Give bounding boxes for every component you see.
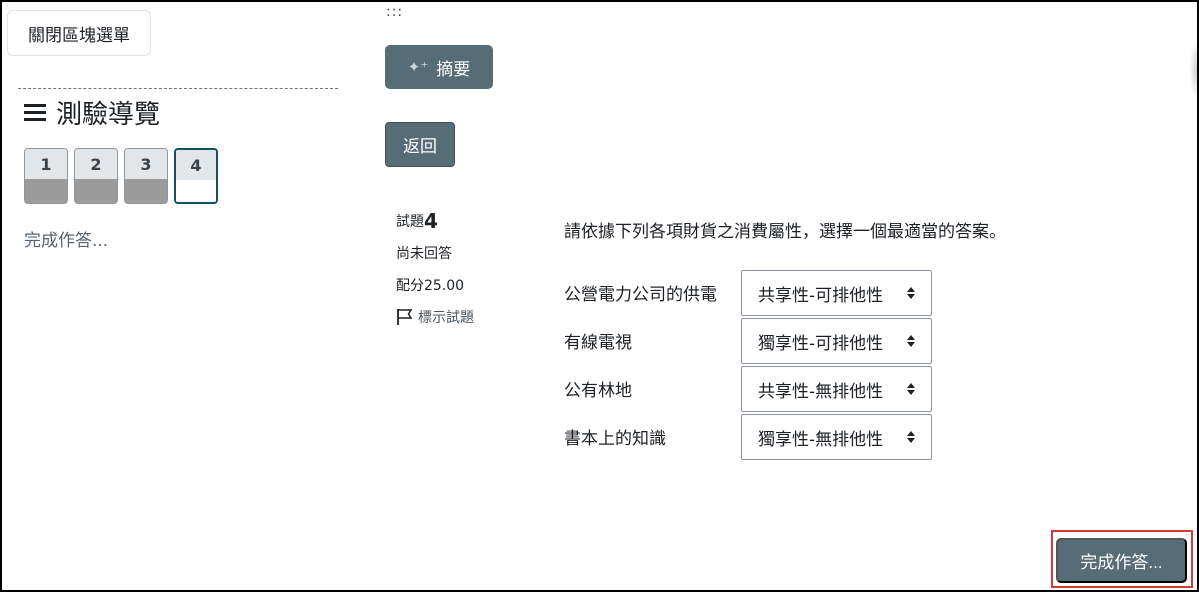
- answer-select-value: 獨享性-可排他性: [758, 333, 884, 354]
- back-button[interactable]: 返回: [385, 122, 455, 167]
- finish-attempt-link[interactable]: 完成作答...: [24, 226, 108, 251]
- question-number-value: 4: [424, 209, 438, 233]
- question-info: 試題 4 尚未回答 配分25.00 標示試題: [396, 205, 474, 333]
- question-nav-status: [125, 179, 167, 203]
- select-arrows-icon: [907, 287, 915, 299]
- question-nav-number: 3: [125, 149, 167, 179]
- answer-select[interactable]: 共享性-可排他性: [741, 270, 932, 316]
- summary-button[interactable]: ✦⁺ 摘要: [385, 45, 493, 89]
- match-row: 公營電力公司的供電 共享性-可排他性: [564, 270, 932, 316]
- answer-select-value: 獨享性-無排他性: [758, 429, 884, 450]
- summary-button-label: 摘要: [436, 59, 471, 79]
- match-row: 書本上的知識 獨享性-無排他性: [564, 414, 932, 460]
- answer-select[interactable]: 獨享性-無排他性: [741, 414, 932, 460]
- question-nav-button-4-current[interactable]: 4: [174, 148, 218, 204]
- answer-select[interactable]: 共享性-無排他性: [741, 366, 932, 412]
- answer-select-value: 共享性-可排他性: [758, 285, 884, 306]
- answer-select-value: 共享性-無排他性: [758, 381, 884, 402]
- question-state: 尚未回答: [396, 246, 452, 262]
- drag-handle-icon[interactable]: :::: [386, 4, 403, 20]
- quiz-navigation-title: 測驗導覽: [24, 94, 160, 131]
- flag-question-label: 標示試題: [418, 310, 474, 326]
- question-mark: 配分25.00: [396, 278, 465, 294]
- question-nav-status: [176, 180, 216, 202]
- scroll-edge: [1189, 40, 1197, 100]
- question-number-prefix: 試題: [396, 214, 424, 230]
- flag-icon: [397, 309, 413, 325]
- drawer-separator: [18, 88, 338, 89]
- select-arrows-icon: [907, 335, 915, 347]
- question-nav-button-1[interactable]: 1: [24, 148, 68, 204]
- close-block-drawer-button[interactable]: 關閉區塊選單: [7, 10, 151, 56]
- question-navigation: 1 2 3 4: [24, 148, 218, 204]
- hamburger-icon: [24, 103, 46, 122]
- question-text: 請依據下列各項財貨之消費屬性，選擇一個最適當的答案。: [564, 222, 1006, 242]
- question-nav-number: 1: [25, 149, 67, 179]
- match-item-label: 公有林地: [564, 381, 632, 401]
- match-item-label: 公營電力公司的供電: [564, 285, 717, 305]
- flag-question-toggle[interactable]: 標示試題: [396, 301, 474, 333]
- select-arrows-icon: [907, 383, 915, 395]
- question-nav-status: [75, 179, 117, 203]
- question-nav-status: [25, 179, 67, 203]
- question-nav-number: 4: [176, 150, 216, 180]
- question-number: 試題 4: [396, 205, 474, 237]
- finish-attempt-button[interactable]: 完成作答...: [1056, 538, 1187, 583]
- question-nav-button-2[interactable]: 2: [74, 148, 118, 204]
- question-nav-number: 2: [75, 149, 117, 179]
- question-nav-button-3[interactable]: 3: [124, 148, 168, 204]
- quiz-navigation-title-text: 測驗導覽: [56, 100, 161, 130]
- sparkle-icon: ✦⁺: [407, 59, 429, 76]
- match-row: 公有林地 共享性-無排他性: [564, 366, 932, 412]
- select-arrows-icon: [907, 431, 915, 443]
- match-row: 有線電視 獨享性-可排他性: [564, 318, 932, 364]
- match-item-label: 書本上的知識: [564, 429, 666, 449]
- answer-select[interactable]: 獨享性-可排他性: [741, 318, 932, 364]
- match-item-label: 有線電視: [564, 333, 632, 353]
